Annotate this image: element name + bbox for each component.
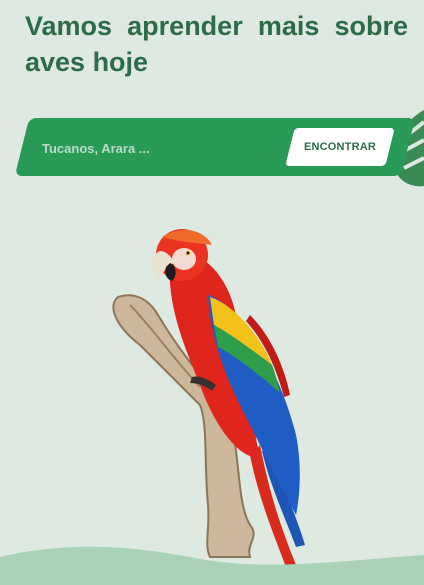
search-input[interactable] bbox=[40, 133, 274, 163]
page-headline: Vamos aprender mais sobre aves hoje bbox=[25, 11, 408, 77]
macaw-parrot-illustration bbox=[112, 229, 305, 567]
ground-wave bbox=[0, 546, 424, 585]
find-button[interactable] bbox=[285, 128, 395, 166]
